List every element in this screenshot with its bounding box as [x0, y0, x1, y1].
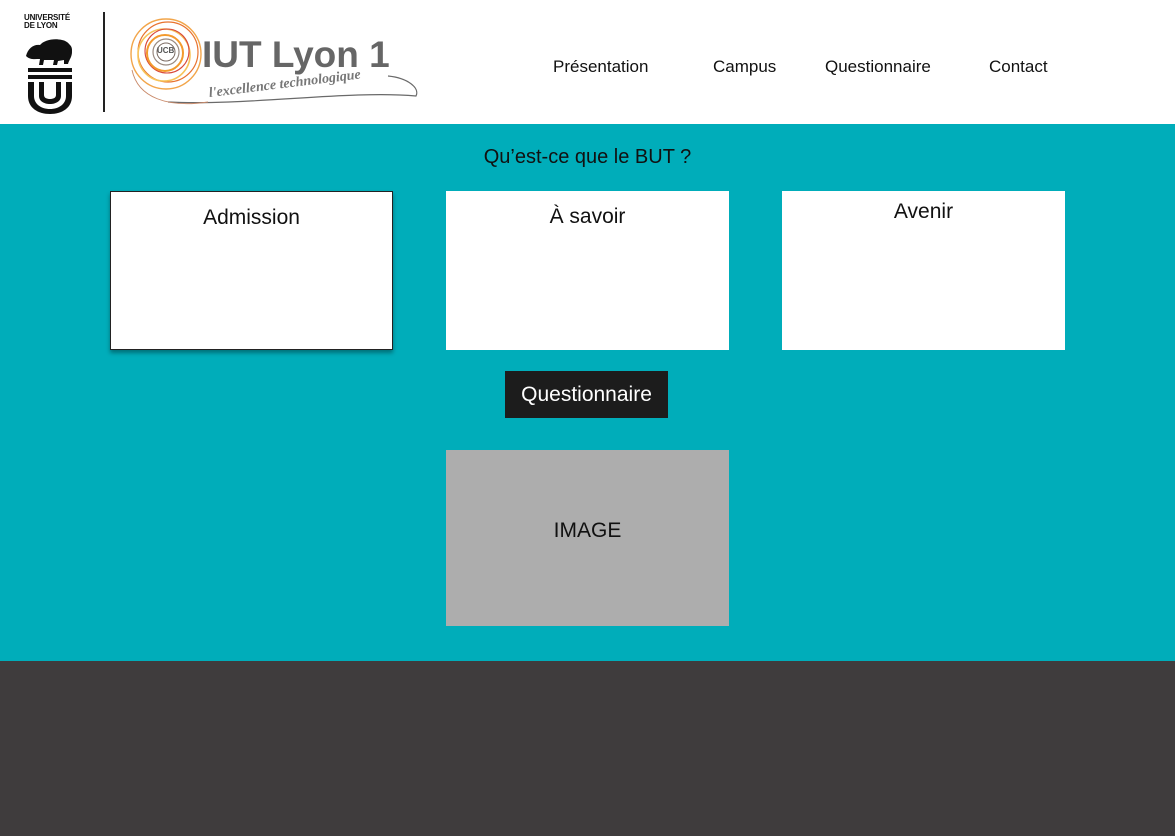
logo-divider	[103, 12, 105, 112]
iut-lyon1-logo[interactable]: UCB IUT Lyon 1 l'excellence technologiqu…	[128, 10, 420, 120]
nav-campus[interactable]: Campus	[713, 57, 776, 77]
image-placeholder: IMAGE	[446, 450, 729, 626]
card-admission[interactable]: Admission	[110, 191, 393, 350]
image-placeholder-label: IMAGE	[553, 519, 622, 542]
card-a-savoir[interactable]: À savoir	[446, 191, 729, 350]
site-footer	[0, 661, 1175, 836]
university-logo-text: UNIVERSITÉ DE LYON	[24, 14, 76, 30]
iut-logo-title: IUT Lyon 1	[202, 34, 390, 75]
seal-text: UCB	[157, 46, 175, 55]
nav-presentation[interactable]: Présentation	[553, 57, 648, 77]
card-a-savoir-label: À savoir	[549, 205, 626, 228]
lion-shield-icon	[26, 39, 73, 114]
questionnaire-button[interactable]: Questionnaire	[505, 371, 668, 418]
card-avenir-label: Avenir	[893, 200, 954, 223]
university-logo-line-2: DE LYON	[24, 21, 58, 30]
nav-contact[interactable]: Contact	[989, 57, 1048, 77]
card-avenir[interactable]: Avenir	[782, 191, 1065, 350]
card-admission-label: Admission	[203, 206, 300, 229]
section-title: Qu’est-ce que le BUT ?	[483, 146, 692, 168]
universite-de-lyon-logo[interactable]: UNIVERSITÉ DE LYON	[24, 14, 76, 114]
site-header: UNIVERSITÉ DE LYON UCB IUT Lyon 1 l'exce…	[0, 0, 1175, 124]
main-section: Qu’est-ce que le BUT ? Admission À savoi…	[0, 124, 1175, 661]
nav-questionnaire[interactable]: Questionnaire	[825, 57, 931, 77]
